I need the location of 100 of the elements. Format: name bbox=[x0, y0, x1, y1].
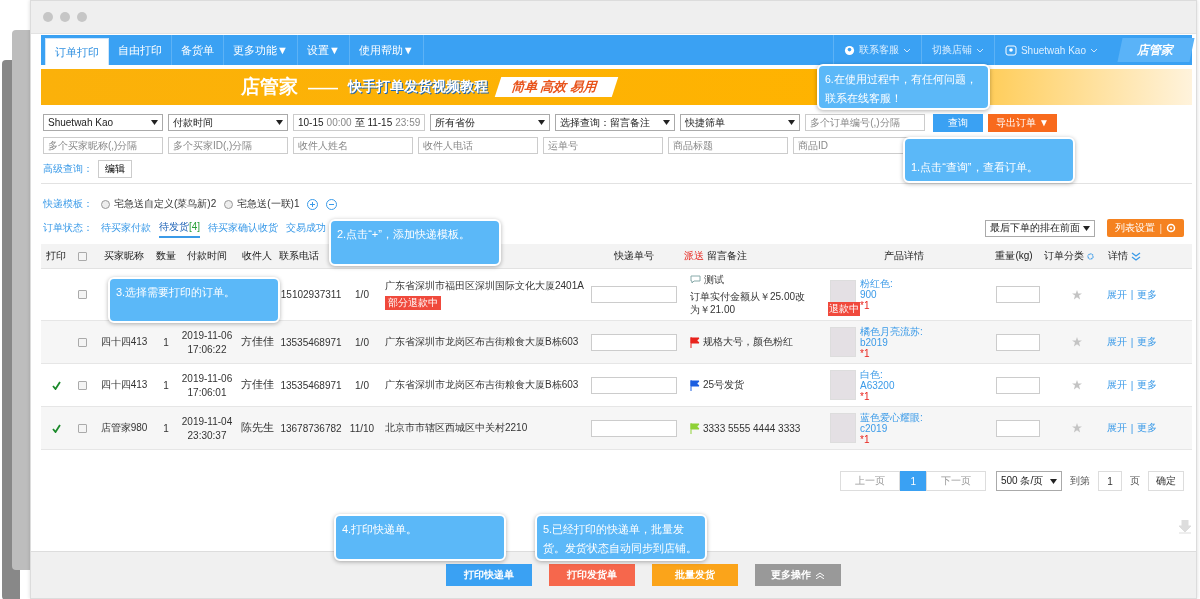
expand-link[interactable]: 展开 bbox=[1106, 287, 1127, 302]
refund-tag: 部分退款中 bbox=[385, 296, 441, 310]
product-name[interactable]: 橘色月亮流苏: bbox=[860, 325, 923, 337]
template-radio[interactable]: 宅急送(一联)1 bbox=[224, 197, 300, 211]
banner-title: 快手打单发货视频教程 bbox=[348, 78, 488, 96]
action-button[interactable]: 打印发货单 bbox=[549, 564, 635, 586]
buyer-name: 店管家980 bbox=[100, 421, 148, 435]
text-input[interactable]: 多个买家昵称(,)分隔 bbox=[43, 137, 163, 154]
more-link[interactable]: 更多 bbox=[1137, 335, 1158, 349]
text-input[interactable]: 收件人电话 bbox=[418, 137, 538, 154]
status-tab[interactable]: 待发货[4] bbox=[159, 218, 201, 238]
expand-link[interactable]: 展开 bbox=[1106, 421, 1127, 435]
headset-icon bbox=[843, 44, 855, 56]
select-field[interactable]: 付款时间 bbox=[168, 114, 288, 131]
tracking-number-input[interactable] bbox=[591, 376, 677, 394]
more-link[interactable]: 更多 bbox=[1137, 378, 1158, 392]
nav-tab[interactable]: 备货单 bbox=[172, 35, 224, 65]
template-radio[interactable]: 宅急送自定义(菜鸟新)2 bbox=[101, 197, 217, 211]
weight-input[interactable] bbox=[996, 419, 1040, 437]
text-input[interactable]: 多个买家ID(,)分隔 bbox=[168, 137, 288, 154]
recipient-name: 陈先生 bbox=[240, 421, 274, 435]
select-field[interactable]: Shuetwah Kao bbox=[43, 114, 163, 131]
tracking-number-input[interactable] bbox=[591, 333, 677, 351]
buyer-name: 四十四413 bbox=[100, 378, 148, 392]
row-checkbox[interactable] bbox=[77, 423, 87, 433]
nav-tab[interactable]: 使用帮助▼ bbox=[349, 35, 424, 65]
pay-date: 2019-11-06 bbox=[181, 372, 233, 384]
status-tab[interactable]: 交易成功 bbox=[286, 219, 327, 237]
note-text: 规格大号，颜色粉红 bbox=[703, 335, 793, 349]
nav-tab[interactable]: 设置▼ bbox=[297, 35, 350, 65]
expand-link[interactable]: 展开 bbox=[1106, 378, 1127, 392]
text-input[interactable]: 收件人姓名 bbox=[293, 137, 413, 154]
select-field[interactable]: 选择查询：留言备注 bbox=[555, 114, 676, 131]
export-button[interactable]: 导出订单 ▼ bbox=[988, 113, 1057, 132]
text-input[interactable]: 运单号 bbox=[543, 137, 663, 154]
weight-input[interactable] bbox=[996, 333, 1040, 351]
phone-number: 13535468971 bbox=[280, 379, 342, 391]
more-link[interactable]: 更多 bbox=[1137, 287, 1158, 302]
photo-placeholder bbox=[830, 370, 856, 400]
pay-date: 2019-11-06 bbox=[181, 329, 233, 341]
page-input[interactable]: 1 bbox=[1098, 471, 1122, 491]
note-text: 25号发货 bbox=[703, 378, 745, 392]
status-tab[interactable]: 待买家确认收货 bbox=[208, 219, 279, 237]
text-input[interactable]: 多个订单编号(,)分隔 bbox=[805, 114, 926, 131]
expand-link[interactable]: 展开 bbox=[1106, 335, 1127, 349]
action-button[interactable]: 批量发货 bbox=[652, 564, 738, 586]
buyer-name: 四十四413 bbox=[100, 335, 148, 349]
sort-select[interactable]: 最后下单的排在前面 bbox=[985, 219, 1096, 237]
star-icon[interactable] bbox=[1072, 289, 1082, 300]
column-header: 重量(kg) bbox=[995, 249, 1033, 263]
caret-icon bbox=[538, 120, 546, 125]
double-chevron-icon[interactable] bbox=[1130, 251, 1141, 261]
row-checkbox[interactable] bbox=[77, 290, 87, 299]
pay-time: 17:06:01 bbox=[187, 386, 227, 398]
nav-tab[interactable]: 订单打印 bbox=[45, 38, 109, 65]
action-button[interactable]: 打印快递单 bbox=[446, 564, 532, 586]
template-label: 快递模板： bbox=[43, 197, 93, 211]
caret-icon bbox=[151, 120, 158, 125]
weight-input[interactable] bbox=[996, 286, 1040, 303]
more-link[interactable]: 更多 bbox=[1137, 421, 1158, 435]
page-button[interactable]: 1 bbox=[900, 471, 926, 491]
star-icon[interactable] bbox=[1072, 380, 1082, 390]
add-circle-icon[interactable] bbox=[307, 198, 319, 210]
page-size-select[interactable]: 500 条/页 bbox=[996, 471, 1062, 491]
nav-link[interactable]: Shuetwah Kao bbox=[993, 35, 1108, 65]
product-name[interactable]: 白色: bbox=[860, 368, 895, 380]
date-range-field[interactable]: 10-15 00:00 至 11-15 23:59 bbox=[293, 114, 426, 131]
star-icon[interactable] bbox=[1072, 423, 1082, 433]
download-icon[interactable] bbox=[1178, 520, 1192, 534]
window-dot-icon bbox=[60, 12, 70, 22]
weight-input[interactable] bbox=[996, 376, 1040, 394]
link-separator: | bbox=[1130, 422, 1134, 434]
text-input[interactable]: 商品标题 bbox=[668, 137, 788, 154]
link-separator: | bbox=[1130, 289, 1134, 300]
select-all-checkbox[interactable] bbox=[77, 251, 87, 261]
status-tab[interactable]: 待买家付款 bbox=[101, 219, 151, 237]
list-settings-button[interactable]: 列表设置 | bbox=[1107, 219, 1184, 237]
search-button[interactable]: 查询 bbox=[933, 113, 984, 132]
remove-circle-icon[interactable] bbox=[326, 198, 338, 210]
product-name[interactable]: 蓝色爱心耀眼: bbox=[860, 411, 923, 423]
star-icon[interactable] bbox=[1072, 337, 1082, 347]
tracking-number-input[interactable] bbox=[591, 419, 677, 437]
select-field[interactable]: 快捷筛单 bbox=[680, 114, 801, 131]
nav-tab[interactable]: 自由打印 bbox=[109, 35, 172, 65]
column-header: 付款时间 bbox=[187, 249, 227, 263]
row-checkbox[interactable] bbox=[77, 337, 87, 347]
select-field[interactable]: 所有省份 bbox=[430, 114, 551, 131]
edit-button[interactable]: 编辑 bbox=[98, 159, 132, 178]
quantity: 1 bbox=[163, 422, 169, 434]
nav-tab[interactable]: 更多功能▼ bbox=[224, 35, 298, 65]
confirm-button[interactable]: 确定 bbox=[1148, 471, 1184, 491]
brand-logo[interactable]: 店管家 bbox=[1117, 38, 1195, 62]
pay-date: 2019-11-04 bbox=[181, 415, 233, 427]
phone-number: 13535468971 bbox=[280, 336, 342, 348]
action-button[interactable]: 更多操作 bbox=[755, 564, 841, 586]
note-text: 订单实付金额从￥25.00改为￥21.00 bbox=[690, 289, 807, 317]
tracking-number-input[interactable] bbox=[591, 286, 677, 303]
address: 广东省深圳市龙岗区布吉街粮食大厦B栋603 bbox=[385, 335, 579, 349]
product-name[interactable]: 粉红色: bbox=[860, 278, 893, 289]
row-checkbox[interactable] bbox=[77, 380, 87, 390]
